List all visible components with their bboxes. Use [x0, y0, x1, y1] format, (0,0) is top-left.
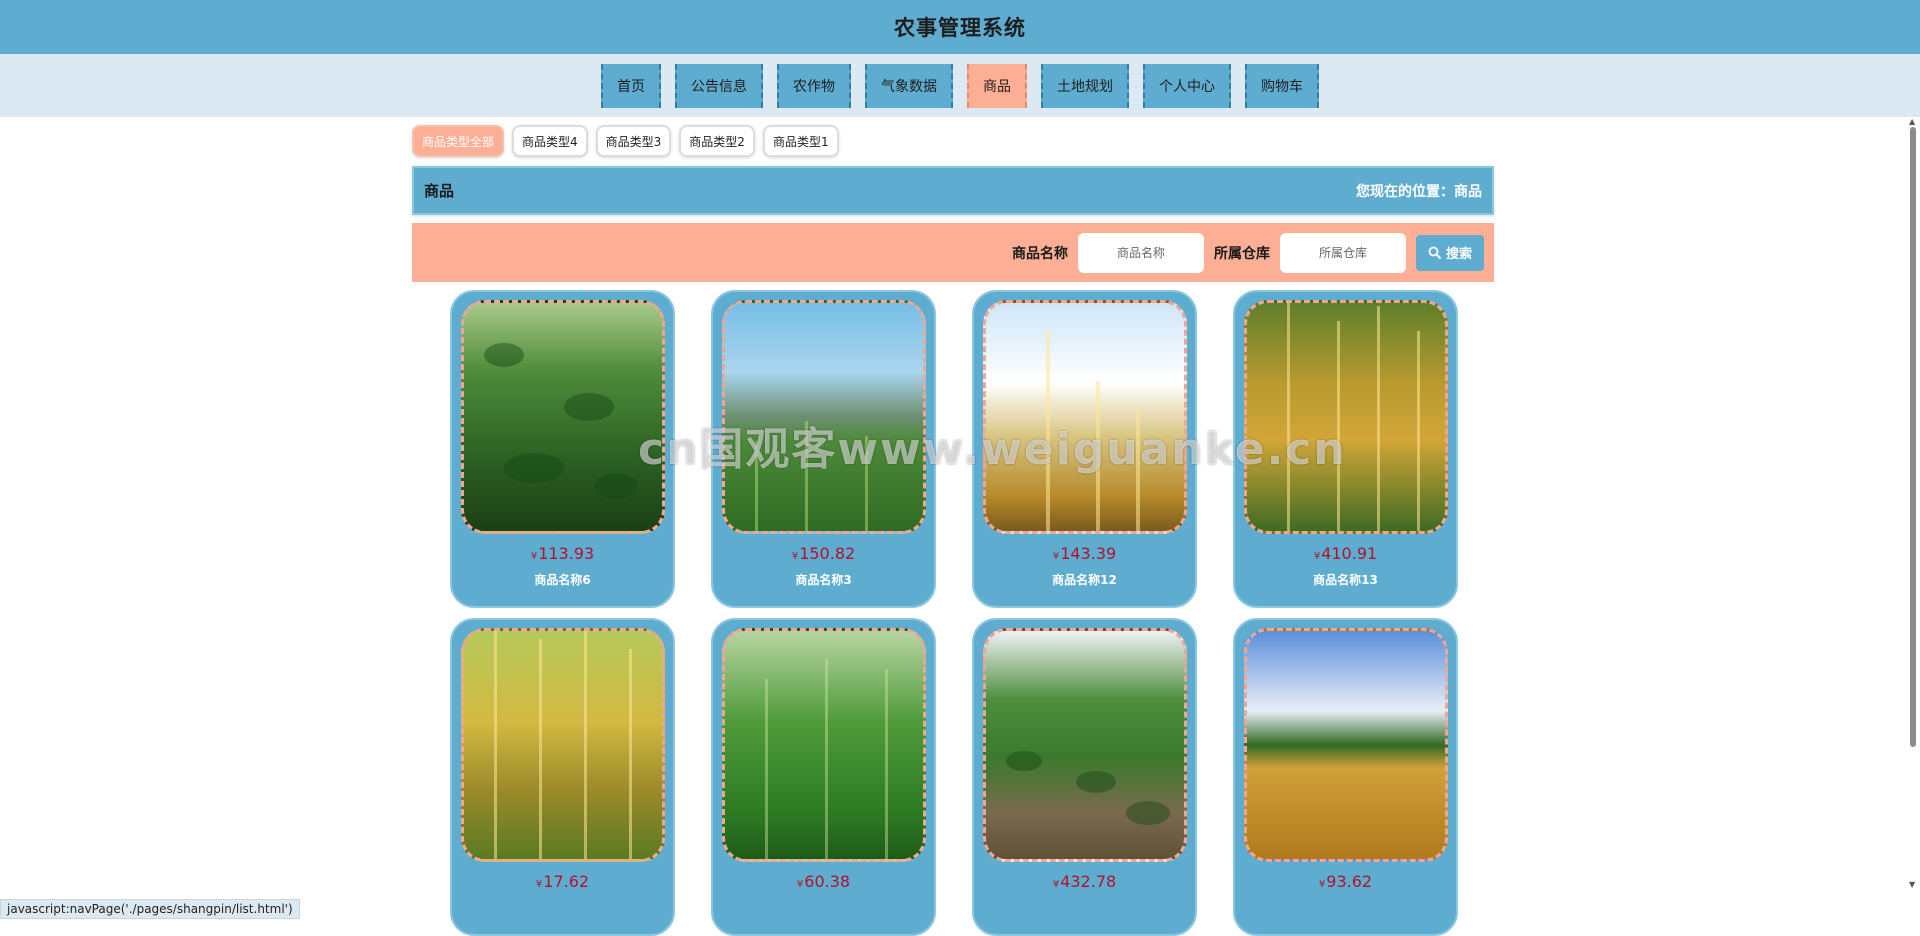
product-type-filter: 商品类型全部 商品类型4 商品类型3 商品类型2 商品类型1 — [412, 125, 839, 157]
product-name: 商品名称12 — [1052, 573, 1117, 587]
product-name-label: 商品名称 — [1011, 245, 1068, 262]
product-card[interactable]: ¥113.93 商品名称6 — [450, 290, 675, 608]
product-price: ¥143.39 — [1052, 544, 1117, 563]
product-photo-green-field-mountains — [722, 300, 926, 534]
breadcrumb: 商品 您现在的位置：商品 — [412, 166, 1494, 215]
product-name: 商品名称13 — [1313, 573, 1378, 587]
breadcrumb-position: 您现在的位置：商品 — [1356, 181, 1482, 201]
search-button[interactable]: 搜索 — [1415, 234, 1484, 271]
nav-item-home[interactable]: 首页 — [601, 63, 661, 108]
nav-item-crops[interactable]: 农作物 — [777, 63, 851, 108]
product-price: ¥113.93 — [530, 544, 595, 563]
app-header: 农事管理系统 — [0, 0, 1920, 54]
product-photo-wheat-sky — [983, 300, 1187, 534]
page-scrollbar[interactable]: ▲ ▼ — [1906, 117, 1920, 889]
product-price: ¥432.78 — [1052, 872, 1117, 891]
nav-item-products[interactable]: 商品 — [967, 63, 1027, 108]
type-tab-all[interactable]: 商品类型全部 — [412, 125, 505, 157]
product-name-input[interactable] — [1077, 232, 1204, 273]
warehouse-label: 所属仓库 — [1213, 245, 1270, 262]
product-photo-vegetable-field — [983, 628, 1187, 862]
currency-symbol: ¥ — [530, 551, 538, 562]
page-title: 商品 — [424, 182, 455, 200]
main-nav: 首页 公告信息 农作物 气象数据 商品 土地规划 个人中心 购物车 — [0, 54, 1920, 117]
product-name: 商品名称3 — [795, 573, 852, 587]
app-title: 农事管理系统 — [894, 16, 1026, 40]
nav-item-weather[interactable]: 气象数据 — [865, 63, 953, 108]
product-photo-rice-ears — [1244, 300, 1448, 534]
scroll-up-icon[interactable]: ▲ — [1909, 117, 1915, 126]
scrollbar-thumb[interactable] — [1910, 127, 1916, 747]
nav-item-land-planning[interactable]: 土地规划 — [1041, 63, 1129, 108]
product-card[interactable]: ¥60.38 — [711, 618, 936, 936]
product-card[interactable]: ¥143.39 商品名称12 — [972, 290, 1197, 608]
breadcrumb-label: 您现在的位置： — [1356, 183, 1454, 200]
type-tab-3[interactable]: 商品类型3 — [595, 125, 672, 157]
type-tab-4[interactable]: 商品类型4 — [512, 125, 588, 157]
warehouse-input[interactable] — [1279, 232, 1406, 273]
product-photo-golden-rice — [461, 628, 665, 862]
product-price: ¥93.62 — [1318, 872, 1373, 891]
nav-item-notices[interactable]: 公告信息 — [675, 63, 763, 108]
breadcrumb-current[interactable]: 商品 — [1454, 184, 1482, 200]
product-photo-tea-field — [461, 300, 665, 534]
product-card[interactable]: ¥17.62 — [450, 618, 675, 936]
product-price: ¥17.62 — [535, 872, 590, 891]
product-photo-millet — [722, 628, 926, 862]
search-bar: 商品名称 所属仓库 搜索 — [412, 223, 1494, 282]
nav-item-profile[interactable]: 个人中心 — [1143, 63, 1231, 108]
product-name: 商品名称6 — [534, 573, 591, 587]
search-button-label: 搜索 — [1445, 247, 1472, 262]
product-price: ¥150.82 — [791, 544, 856, 563]
product-price: ¥60.38 — [796, 872, 851, 891]
product-price: ¥410.91 — [1313, 544, 1378, 563]
scroll-down-icon[interactable]: ▼ — [1909, 880, 1915, 889]
nav-item-cart[interactable]: 购物车 — [1245, 63, 1319, 108]
product-card[interactable]: ¥93.62 — [1233, 618, 1458, 936]
product-photo-wheat-field-clouds — [1244, 628, 1448, 862]
product-grid: ¥113.93 商品名称6 ¥150.82 商品名称3 ¥143.39 商品名称… — [450, 290, 1458, 936]
product-card[interactable]: ¥432.78 — [972, 618, 1197, 936]
product-card[interactable]: ¥410.91 商品名称13 — [1233, 290, 1458, 608]
search-icon — [1428, 246, 1442, 259]
browser-status-bar: javascript:navPage('./pages/shangpin/lis… — [0, 899, 300, 919]
product-card[interactable]: ¥150.82 商品名称3 — [711, 290, 936, 608]
type-tab-2[interactable]: 商品类型2 — [679, 125, 755, 157]
type-tab-1[interactable]: 商品类型1 — [762, 125, 839, 157]
